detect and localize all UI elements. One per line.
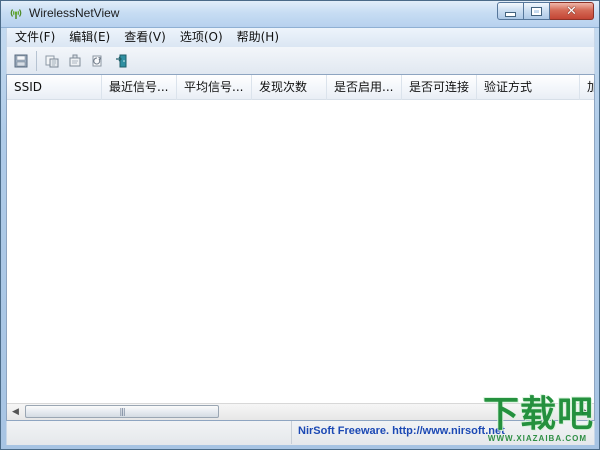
horizontal-scrollbar[interactable]: ◀ ||| ▶ [7, 403, 594, 420]
status-bar: NirSoft Freeware. http://www.nirsoft.net [6, 421, 595, 445]
status-empty-panel [7, 421, 292, 444]
scroll-left-button[interactable]: ◀ [7, 404, 24, 420]
left-arrow-icon: ◀ [12, 407, 19, 417]
wireless-signal-icon [9, 7, 23, 21]
column-ssid[interactable]: SSID [7, 75, 102, 100]
minimize-button[interactable] [497, 2, 524, 20]
table-header: SSID 最近信号... 平均信号... 发现次数 是否启用... 是否可连接 … [7, 75, 594, 100]
table-body[interactable] [7, 100, 594, 403]
menu-view[interactable]: 查看(V) [116, 28, 172, 47]
menu-options[interactable]: 选项(O) [172, 28, 229, 47]
nirsoft-link[interactable]: NirSoft Freeware. http://www.nirsoft.net [298, 425, 505, 437]
column-average-signal[interactable]: 平均信号... [177, 75, 252, 100]
menu-file[interactable]: 文件(F) [7, 28, 61, 47]
close-button[interactable]: ✕ [550, 2, 594, 20]
maximize-button[interactable] [524, 2, 550, 20]
application-window: WirelessNetView ✕ 文件(F) 编辑(E) 查看(V) 选项(O… [0, 0, 600, 450]
scroll-grip: ||| [119, 406, 125, 416]
close-icon: ✕ [566, 3, 577, 19]
column-last-signal[interactable]: 最近信号... [102, 75, 177, 100]
refresh-icon [92, 55, 102, 66]
exit-button[interactable] [112, 52, 130, 70]
exit-icon [116, 54, 127, 67]
maximize-icon [532, 7, 541, 15]
window-title: WirelessNetView [29, 6, 120, 20]
save-icon [14, 54, 28, 67]
column-authentication[interactable]: 验证方式 [477, 75, 580, 100]
menu-edit[interactable]: 编辑(E) [61, 28, 116, 47]
properties-button[interactable] [66, 52, 84, 70]
minimize-icon [505, 11, 516, 17]
save-button[interactable] [12, 52, 30, 70]
wireless-network-list[interactable]: SSID 最近信号... 平均信号... 发现次数 是否启用... 是否可连接 … [6, 74, 595, 421]
refresh-button[interactable] [89, 52, 107, 70]
scroll-right-button[interactable]: ▶ [577, 404, 594, 420]
copy-button[interactable] [43, 52, 61, 70]
properties-icon [69, 54, 81, 66]
toolbar-separator [36, 50, 37, 71]
right-arrow-icon: ▶ [582, 407, 589, 417]
scroll-thumb[interactable]: ||| [25, 405, 219, 418]
column-enabled[interactable]: 是否启用... [327, 75, 402, 100]
column-encryption[interactable]: 加 [580, 75, 594, 100]
column-connectable[interactable]: 是否可连接 [402, 75, 477, 100]
column-detection-count[interactable]: 发现次数 [252, 75, 327, 100]
window-controls: ✕ [497, 2, 594, 20]
copy-icon [45, 55, 59, 67]
menu-help[interactable]: 帮助(H) [229, 28, 285, 47]
menu-bar: 文件(F) 编辑(E) 查看(V) 选项(O) 帮助(H) [6, 28, 595, 47]
toolbar [6, 47, 595, 74]
title-bar[interactable]: WirelessNetView ✕ [1, 1, 599, 28]
